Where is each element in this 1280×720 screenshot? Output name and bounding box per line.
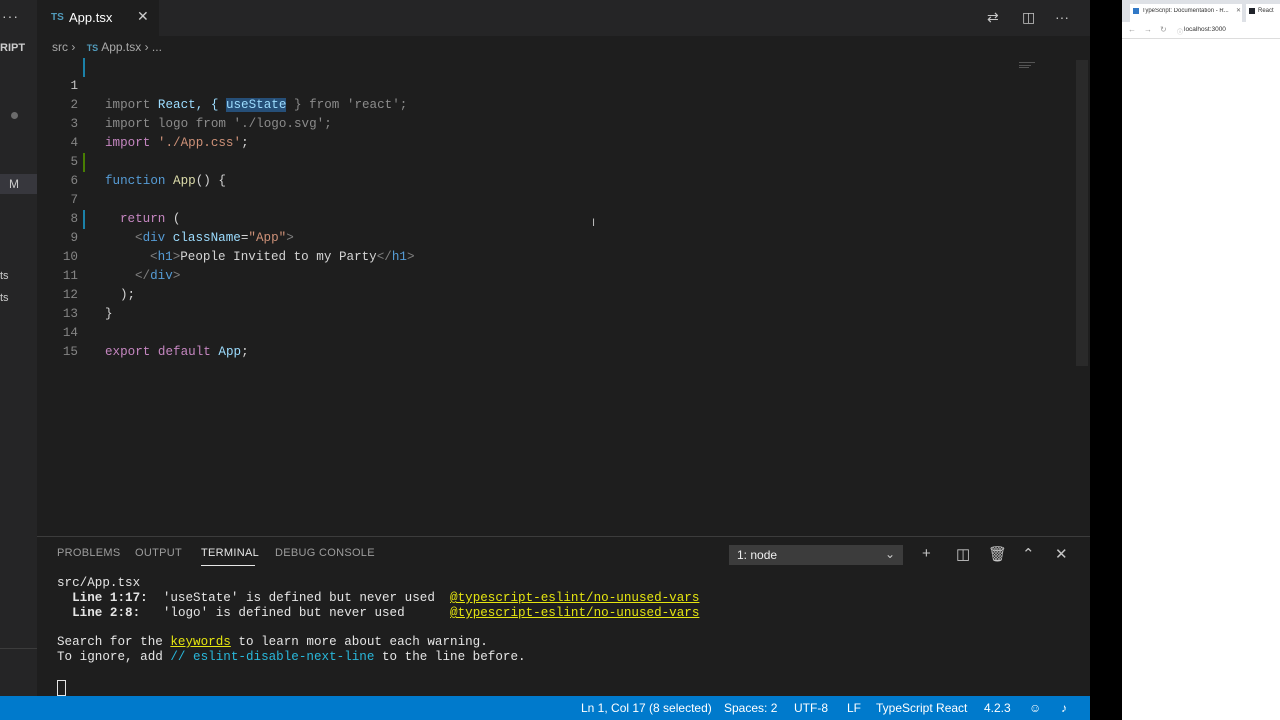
breadcrumb-separator: › — [144, 40, 149, 54]
tab-terminal[interactable]: TERMINAL — [201, 547, 259, 559]
browser-tab[interactable]: React — [1246, 4, 1280, 22]
code-line: 12 } — [37, 267, 1037, 321]
tab-label: App.tsx — [69, 10, 113, 25]
reload-icon[interactable]: ↻ — [1160, 25, 1167, 34]
sidebar-section-title: RIPT — [0, 42, 26, 54]
react-favicon-icon — [1249, 8, 1255, 14]
more-actions-icon[interactable]: ··· — [1055, 9, 1069, 25]
tab-output[interactable]: OUTPUT — [135, 547, 182, 559]
code-line: 2 import logo from './logo.svg'; — [37, 77, 1037, 131]
typescript-file-icon: TS — [86, 43, 99, 53]
terminal-hint: To ignore, add // eslint-disable-next-li… — [57, 650, 526, 664]
terminal-select[interactable]: 1: node ⌄ — [729, 545, 903, 565]
text-cursor-icon: I — [592, 217, 596, 229]
active-tab-indicator — [201, 565, 255, 566]
sidebar-divider — [0, 648, 37, 649]
bottom-panel: PROBLEMS OUTPUT TERMINAL DEBUG CONSOLE 1… — [37, 536, 1090, 697]
terminal-file: src/App.tsx — [57, 576, 141, 590]
breadcrumb-folder[interactable]: src — [52, 40, 68, 54]
code-line: 11 ); — [37, 248, 1037, 302]
encoding[interactable]: UTF-8 — [794, 701, 828, 715]
terminal-cursor — [57, 680, 66, 696]
explorer-sidebar: ··· RIPT M ts ts — [0, 0, 37, 696]
terminal-warning: Line 1:17: 'useState' is defined but nev… — [72, 591, 700, 605]
maximize-panel-icon[interactable]: ⌃ — [1022, 545, 1035, 563]
modified-badge: M — [9, 177, 19, 191]
code-line: 8 <div className="App"> — [37, 191, 1037, 245]
browser-tab-bar: TypeScript: Documentation - R... ✕ React — [1122, 0, 1280, 22]
code-line: 6 — [37, 153, 1037, 188]
code-line: 10 </div> — [37, 229, 1037, 283]
status-bar: Ln 1, Col 17 (8 selected) Spaces: 2 UTF-… — [0, 696, 1090, 720]
code-line: 9 <h1>People Invited to my Party</h1> — [37, 210, 1037, 264]
code-line: 14 export default App; — [37, 305, 1037, 359]
code-editor[interactable]: 1 import React, { useState } from 'react… — [37, 58, 1090, 536]
tab-debug-console[interactable]: DEBUG CONSOLE — [275, 547, 375, 559]
browser-window: TypeScript: Documentation - R... ✕ React… — [1122, 0, 1280, 720]
code-line: 5 function App() { — [37, 134, 1037, 188]
split-terminal-icon[interactable]: ◫ — [956, 545, 970, 563]
terminal-warning: Line 2:8: 'logo' is defined but never us… — [72, 606, 700, 620]
url-field[interactable]: localhost:3000 — [1184, 26, 1226, 33]
trash-icon[interactable]: 🗑 — [988, 545, 1007, 563]
window-gap — [1090, 0, 1122, 720]
code-line: 4 — [37, 115, 1037, 150]
code-line: 1 import React, { useState } from 'react… — [37, 58, 1037, 112]
breadcrumb-separator: › — [71, 40, 76, 54]
cursor-position[interactable]: Ln 1, Col 17 (8 selected) — [581, 701, 712, 715]
terminal-hint: Search for the keywords to learn more ab… — [57, 635, 488, 649]
add-terminal-icon[interactable]: + — [922, 545, 931, 562]
browser-address-bar: ← → ↻ ⓘ localhost:3000 — [1122, 22, 1280, 39]
close-panel-icon[interactable]: ✕ — [1055, 545, 1068, 563]
forward-icon[interactable]: → — [1144, 25, 1152, 34]
end-of-line[interactable]: LF — [847, 701, 861, 715]
code-line: 3 import './App.css'; — [37, 96, 1037, 150]
code-line: 15 — [37, 324, 1037, 359]
sidebar-item-fragment[interactable]: ts — [0, 292, 9, 304]
language-mode[interactable]: TypeScript React — [876, 701, 967, 715]
minimap[interactable] — [1019, 61, 1039, 69]
breadcrumb-file[interactable]: App.tsx — [101, 40, 141, 54]
unsaved-dot-icon — [11, 112, 18, 119]
feedback-icon[interactable]: ☺ — [1029, 701, 1041, 715]
code-line: 13 — [37, 286, 1037, 321]
info-icon: ⓘ — [1177, 30, 1184, 36]
breadcrumb-more[interactable]: ... — [152, 40, 162, 54]
close-icon[interactable]: ✕ — [137, 8, 149, 25]
line-number: 15 — [62, 345, 78, 359]
editor-scrollbar[interactable] — [1076, 60, 1088, 366]
typescript-version[interactable]: 4.2.3 — [984, 701, 1011, 715]
close-icon[interactable]: ✕ — [1236, 7, 1241, 14]
breadcrumb: src › TS App.tsx › ... — [52, 40, 162, 54]
typescript-favicon-icon — [1133, 8, 1139, 14]
chevron-down-icon: ⌄ — [884, 547, 895, 561]
sidebar-item-fragment[interactable]: ts — [0, 270, 9, 282]
open-changes-icon[interactable]: ⇄ — [987, 9, 999, 26]
vscode-window: ··· RIPT M ts ts TS App.tsx ✕ ⇄ ◫ ··· sr… — [0, 0, 1090, 720]
back-icon[interactable]: ← — [1128, 25, 1136, 34]
keywords-link[interactable]: keywords — [170, 635, 230, 649]
tab-problems[interactable]: PROBLEMS — [57, 547, 121, 559]
typescript-file-icon: TS — [51, 12, 64, 23]
split-editor-icon[interactable]: ◫ — [1022, 9, 1035, 26]
editor-tab-bar: TS App.tsx ✕ ⇄ ◫ ··· — [37, 0, 1090, 36]
bell-icon[interactable]: ♪ — [1061, 701, 1067, 715]
tab-app-tsx[interactable]: TS App.tsx ✕ — [37, 0, 159, 36]
browser-tab[interactable]: TypeScript: Documentation - R... ✕ — [1130, 4, 1242, 22]
ellipsis-icon[interactable]: ··· — [2, 8, 19, 24]
indentation[interactable]: Spaces: 2 — [724, 701, 777, 715]
code-line: 7 return ( — [37, 172, 1037, 226]
